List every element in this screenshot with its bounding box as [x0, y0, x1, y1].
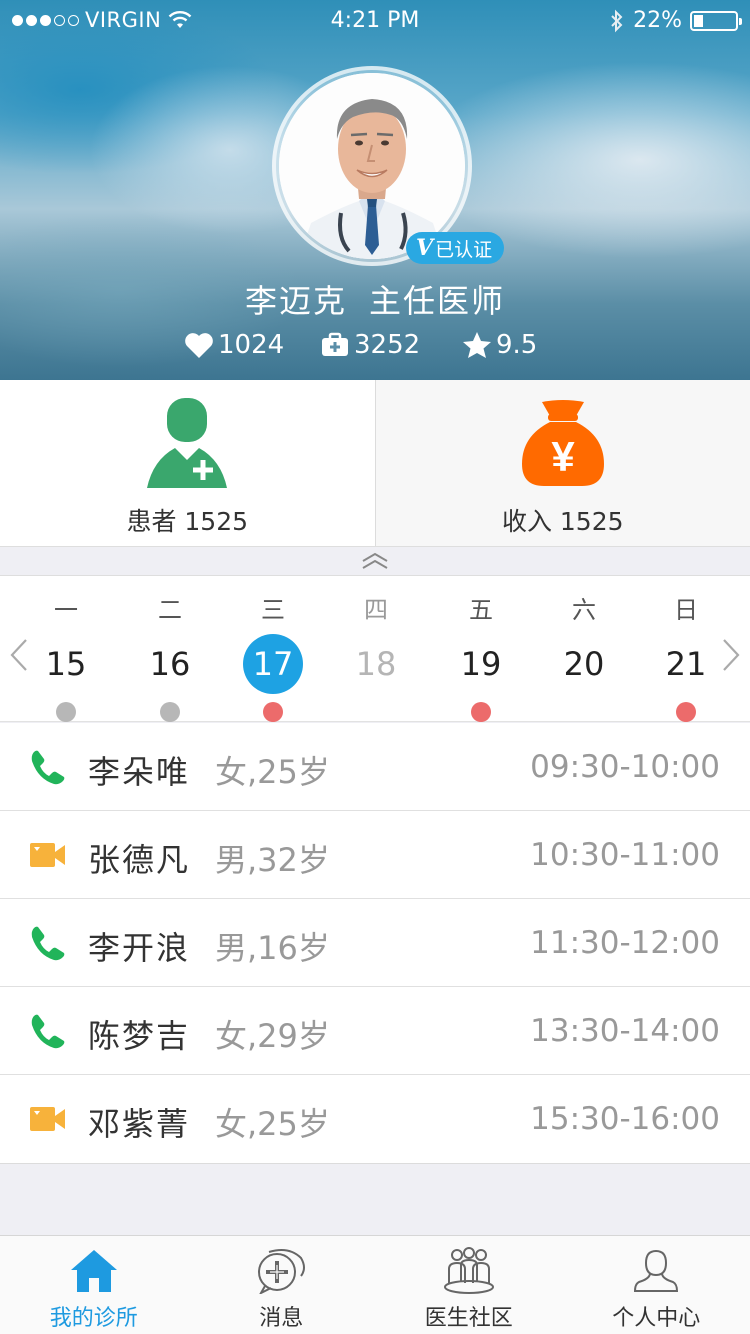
weekday-label: 三 [261, 596, 285, 624]
patient-name: 李开浪 [88, 929, 191, 967]
date-number: 19 [460, 645, 502, 683]
collapse-handle[interactable] [0, 546, 750, 576]
patient-name: 邓紫菁 [88, 1105, 191, 1143]
money-bag-icon: ¥ [521, 400, 604, 486]
doctor-title: 主任医师 [369, 282, 506, 320]
appointment-time: 09:30-10:00 [530, 749, 720, 785]
video-call-icon [30, 1105, 66, 1141]
patient-gender-age: 男,32岁 [215, 841, 330, 879]
person-icon [634, 1249, 679, 1292]
doctor-name: 李迈克 [244, 282, 347, 320]
appointment-row[interactable]: 李开浪 男,16岁 11:30-12:00 [0, 899, 750, 987]
doctor-name-title: 李迈克 主任医师 [0, 276, 750, 322]
tab-label-my-clinic: 我的诊所 [49, 1306, 138, 1331]
community-icon [443, 1247, 494, 1294]
income-tile[interactable]: ¥ 收入 1525 [374, 380, 750, 546]
date-number: 21 [665, 645, 707, 683]
profile-header: VIRGIN 4:21 PM 22% V 已认证 李迈克 主任医师 1024 3… [0, 0, 750, 380]
weekday-label: 一 [54, 596, 78, 624]
tab-label-messages: 消息 [259, 1306, 304, 1331]
appointment-indicator-dot [676, 702, 696, 722]
date-number: 15 [45, 645, 87, 683]
tab-my-clinic[interactable]: 我的诊所 [0, 1236, 188, 1334]
appointment-indicator-dot [471, 702, 491, 722]
rating-value: 9.5 [496, 330, 538, 360]
patient-gender-age: 女,25岁 [215, 753, 330, 791]
appointment-row[interactable]: 邓紫菁 女,25岁 15:30-16:00 [0, 1075, 750, 1163]
date-number: 18 [355, 645, 397, 683]
tab-messages[interactable]: 消息 [188, 1236, 376, 1334]
heart-icon [185, 333, 213, 358]
appointment-list: 李朵唯 女,25岁 09:30-10:00 张德凡 男,32岁 10:30-11:00 李开… [0, 723, 750, 1164]
status-bar: VIRGIN 4:21 PM 22% [0, 0, 750, 44]
appointment-time: 10:30-11:00 [530, 837, 720, 873]
weekday-label: 二 [158, 596, 182, 624]
battery-level [694, 14, 703, 27]
phone-call-icon [30, 749, 66, 785]
appointment-indicator-dot [263, 702, 283, 722]
appointment-indicator-dot [160, 702, 180, 722]
message-icon [258, 1249, 306, 1294]
calendar-day[interactable]: 三 17 [233, 576, 313, 722]
patient-name: 张德凡 [88, 841, 191, 879]
tab-bar: 我的诊所 消息 医生社区 个人中心 [0, 1235, 750, 1334]
tab-label-personal-center: 个人中心 [612, 1306, 701, 1331]
weekday-label: 五 [469, 596, 493, 624]
appointment-time: 13:30-14:00 [530, 1013, 720, 1049]
verified-v-icon: V [416, 235, 434, 261]
patient-name: 陈梦吉 [88, 1017, 191, 1055]
appointment-indicator-dot [56, 702, 76, 722]
selected-date: 17 [243, 634, 303, 694]
appointment-time: 11:30-12:00 [530, 925, 720, 961]
rating-stat: 9.5 [462, 330, 537, 360]
weekday-label: 四 [364, 596, 388, 624]
likes-stat: 1024 [184, 330, 284, 360]
battery-icon [690, 10, 742, 31]
calendar-day[interactable]: 六 20 [544, 576, 624, 722]
weekday-label: 六 [572, 596, 596, 624]
consults-count: 3252 [354, 330, 421, 360]
appointment-row[interactable]: 李朵唯 女,25岁 09:30-10:00 [0, 723, 750, 811]
appointment-row[interactable]: 张德凡 男,32岁 10:30-11:00 [0, 811, 750, 899]
battery-percent: 22% [633, 8, 682, 33]
video-call-icon [30, 841, 66, 877]
patient-gender-age: 男,16岁 [215, 929, 330, 967]
date-number: 20 [563, 645, 605, 683]
appointment-indicator-dot [366, 702, 386, 722]
likes-count: 1024 [218, 330, 285, 360]
tab-personal-center[interactable]: 个人中心 [563, 1236, 750, 1334]
calendar-day[interactable]: 五 19 [441, 576, 521, 722]
verified-badge: V 已认证 [406, 232, 505, 264]
summary-tiles: 患者 1525 ¥ 收入 1525 [0, 380, 750, 546]
medical-kit-icon [322, 332, 348, 356]
patient-gender-age: 女,25岁 [215, 1105, 330, 1143]
appointment-indicator-dot [574, 702, 594, 722]
tab-label-doctor-community: 医生社区 [424, 1306, 513, 1331]
double-chevron-up-icon [362, 552, 388, 569]
date-number: 16 [149, 645, 191, 683]
star-icon [463, 332, 491, 358]
phone-call-icon [30, 1013, 66, 1049]
calendar-day[interactable]: 日 21 [646, 576, 726, 722]
verified-label: 已认证 [435, 238, 493, 261]
calendar-day[interactable]: 四 18 [336, 576, 416, 722]
week-calendar: 一 15 二 16 三 17 四 18 五 19 六 20 日 21 [0, 576, 750, 722]
phone-call-icon [30, 925, 66, 961]
weekday-label: 日 [674, 596, 698, 624]
calendar-day[interactable]: 一 15 [26, 576, 106, 722]
patients-label: 患者 1525 [126, 507, 249, 536]
patients-tile[interactable]: 患者 1525 [0, 380, 375, 546]
consults-stat: 3252 [320, 330, 420, 360]
calendar-day[interactable]: 二 16 [130, 576, 210, 722]
yuan-symbol: ¥ [551, 433, 575, 480]
patient-icon [147, 398, 228, 488]
patient-name: 李朵唯 [88, 753, 191, 791]
appointment-time: 15:30-16:00 [530, 1101, 720, 1137]
bluetooth-icon [611, 9, 623, 32]
patient-gender-age: 女,29岁 [215, 1017, 330, 1055]
income-label: 收入 1525 [501, 507, 624, 536]
appointment-row[interactable]: 陈梦吉 女,29岁 13:30-14:00 [0, 987, 750, 1075]
tab-doctor-community[interactable]: 医生社区 [375, 1236, 563, 1334]
home-icon [70, 1250, 117, 1292]
